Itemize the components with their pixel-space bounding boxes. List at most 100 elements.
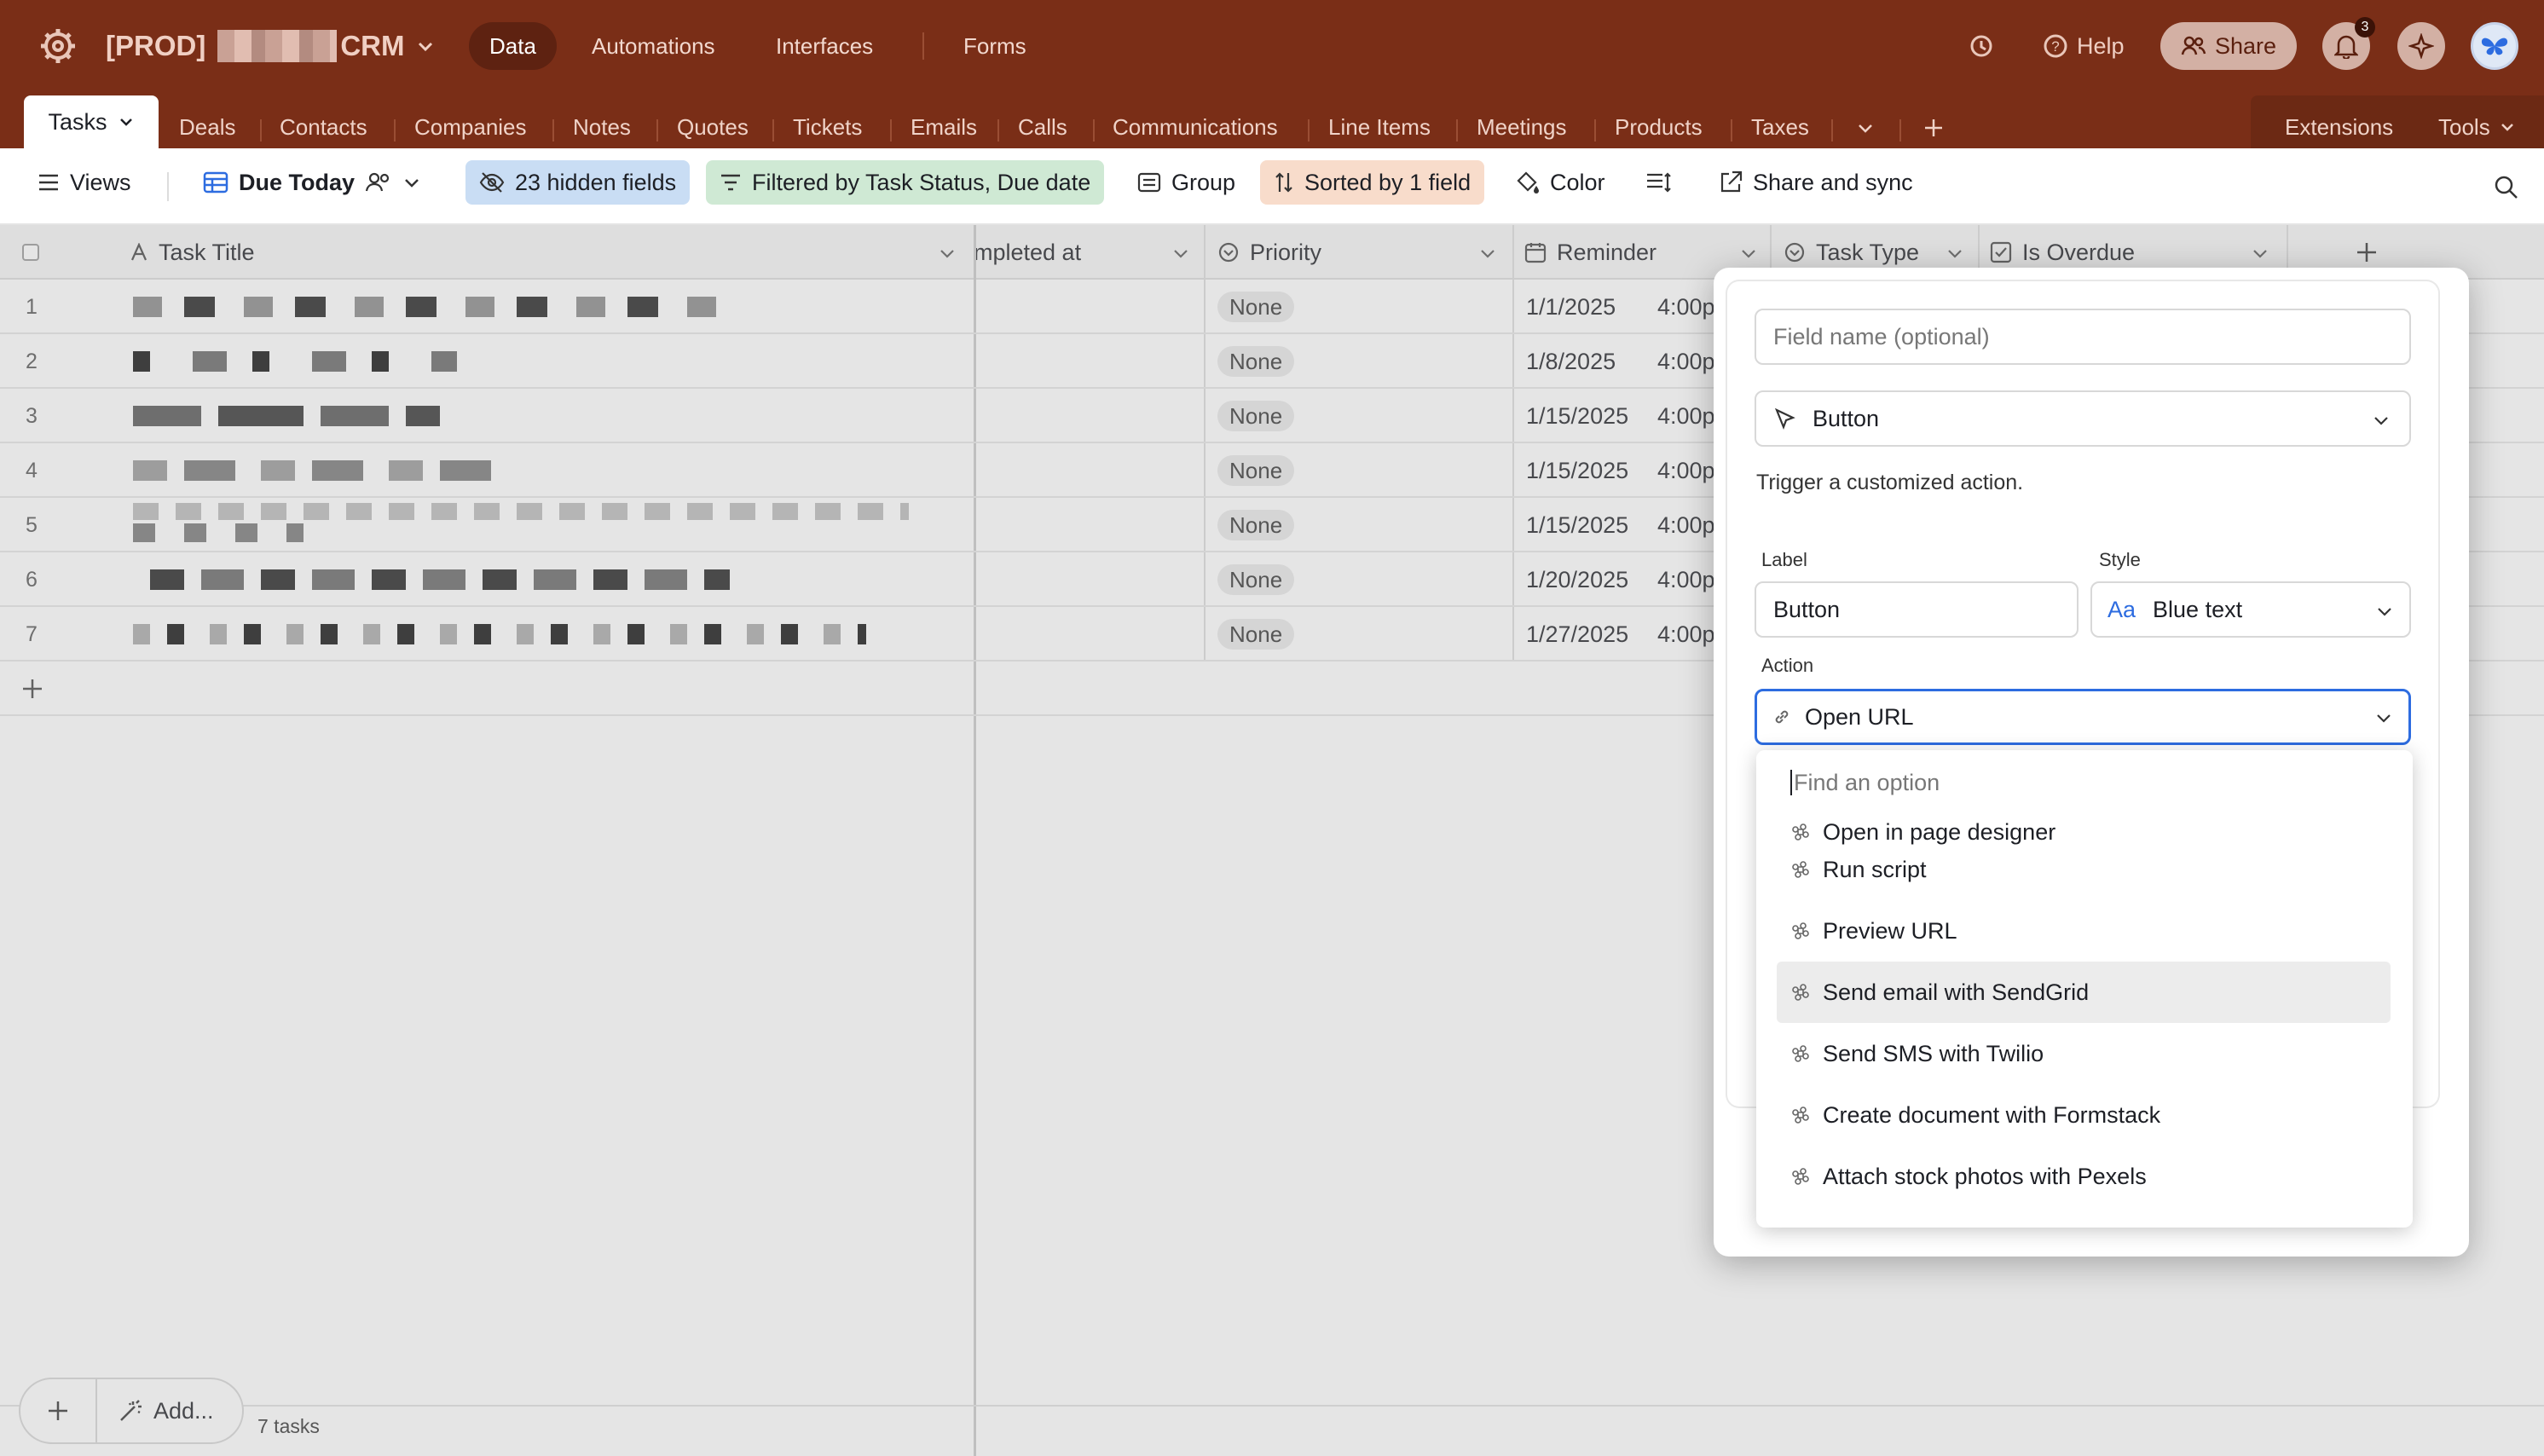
tab-divider (1093, 119, 1095, 142)
nav-forms[interactable]: Forms (943, 22, 1047, 70)
action-options-dropdown: Find an option Open in page designer Run… (1756, 750, 2413, 1228)
top-bar: [PROD] CRM Data Automations Interfaces F… (0, 0, 2544, 92)
views-button[interactable]: Views (24, 160, 145, 205)
share-sync-label: Share and sync (1753, 170, 1913, 195)
tab-meetings[interactable]: Meetings (1477, 106, 1567, 148)
row-height-button[interactable] (1632, 160, 1685, 205)
filter-button[interactable]: Filtered by Task Status, Due date (706, 160, 1105, 205)
bell-icon (2334, 35, 2358, 59)
action-option-attach-photos-pexels[interactable]: Attach stock photos with Pexels (1777, 1146, 2391, 1207)
tab-divider (1456, 119, 1458, 142)
action-option-create-document-formstack[interactable]: Create document with Formstack (1777, 1084, 2391, 1146)
action-field-label: Action (1761, 655, 1814, 676)
button-label-input[interactable]: Button (1755, 581, 2079, 638)
ai-assistant-button[interactable] (2397, 22, 2445, 70)
link-icon (1775, 710, 1789, 724)
add-table-plus-icon[interactable] (1922, 116, 1946, 140)
share-sync-button[interactable]: Share and sync (1705, 160, 1927, 205)
sort-button[interactable]: Sorted by 1 field (1260, 160, 1485, 205)
tab-contacts[interactable]: Contacts (280, 106, 367, 148)
tab-companies[interactable]: Companies (414, 106, 527, 148)
action-option-send-sms-twilio[interactable]: Send SMS with Twilio (1777, 1023, 2391, 1084)
help-icon: ? (2044, 34, 2067, 58)
color-button[interactable]: Color (1502, 160, 1619, 205)
more-tables-chevron-icon[interactable] (1855, 118, 1876, 138)
action-option-send-email-sendgrid[interactable]: Send email with SendGrid (1777, 962, 2391, 1023)
tab-notes[interactable]: Notes (573, 106, 631, 148)
avatar[interactable] (2471, 22, 2518, 70)
sparkle-icon (2408, 33, 2434, 59)
field-name-placeholder: Field name (optional) (1773, 323, 1990, 350)
field-type-label: Button (1813, 405, 1880, 431)
sort-icon (1275, 172, 1292, 193)
table-tabs-bar: Tasks Deals Contacts Companies Notes Quo… (0, 92, 2544, 148)
tools-label: Tools (2438, 113, 2490, 140)
action-option-preview-url[interactable]: Preview URL (1777, 900, 2391, 962)
tab-communications[interactable]: Communications (1113, 106, 1278, 148)
option-label: Send SMS with Twilio (1823, 1040, 2044, 1066)
tab-divider (260, 119, 262, 142)
tab-divider (772, 119, 774, 142)
command-icon (1792, 1045, 1809, 1062)
nav-divider (922, 32, 924, 60)
option-search-input[interactable]: Find an option (1756, 750, 2413, 815)
option-label: Send email with SendGrid (1823, 979, 2090, 1005)
command-icon (1792, 984, 1809, 1001)
tab-divider (1731, 119, 1732, 142)
command-icon (1792, 1168, 1809, 1185)
toolbar-divider (167, 172, 169, 201)
tab-tickets[interactable]: Tickets (793, 106, 862, 148)
base-name-prefix: [PROD] (106, 30, 206, 61)
field-type-select[interactable]: Button (1755, 390, 2411, 447)
tab-divider (394, 119, 396, 142)
nav-data[interactable]: Data (469, 22, 557, 70)
command-icon (1792, 823, 1809, 841)
share-label: Share (2214, 32, 2277, 59)
style-field-label: Style (2099, 549, 2141, 570)
help-button[interactable]: ? Help (2043, 27, 2125, 65)
extensions-button[interactable]: Extensions (2285, 106, 2393, 148)
people-icon (2181, 36, 2206, 55)
field-name-input[interactable]: Field name (optional) (1755, 309, 2411, 365)
tab-taxes[interactable]: Taxes (1751, 106, 1809, 148)
command-icon (1792, 922, 1809, 939)
chevron-down-icon (419, 42, 433, 52)
group-button[interactable]: Group (1124, 160, 1249, 205)
action-select[interactable]: Open URL (1755, 689, 2411, 745)
butterfly-icon (2481, 38, 2508, 55)
search-icon[interactable] (2493, 174, 2518, 199)
base-logo-icon[interactable] (38, 26, 78, 66)
button-style-select[interactable]: Aa Blue text (2090, 581, 2411, 638)
option-label: Open in page designer (1823, 818, 2056, 845)
nav-interfaces[interactable]: Interfaces (755, 22, 893, 70)
tab-line-items[interactable]: Line Items (1328, 106, 1431, 148)
view-name-button[interactable]: Due Today (189, 160, 435, 205)
sort-label: Sorted by 1 field (1304, 170, 1471, 195)
option-label: Create document with Formstack (1823, 1101, 2161, 1128)
base-name-redacted (217, 30, 338, 62)
menu-icon (39, 174, 58, 191)
tools-button[interactable]: Tools (2438, 106, 2516, 148)
base-name[interactable]: [PROD] CRM (106, 24, 435, 68)
tab-quotes[interactable]: Quotes (677, 106, 749, 148)
chevron-down-icon (2501, 124, 2513, 131)
command-icon (1792, 1106, 1809, 1124)
svg-text:?: ? (2051, 38, 2059, 55)
tab-divider (1594, 119, 1596, 142)
collaborative-view-icon (365, 172, 390, 192)
tab-divider (1831, 119, 1833, 142)
tab-calls[interactable]: Calls (1018, 106, 1067, 148)
tab-products[interactable]: Products (1615, 106, 1703, 148)
nav-automations[interactable]: Automations (571, 22, 736, 70)
text-cursor (1790, 770, 1792, 795)
external-link-icon (1720, 170, 1743, 193)
tab-deals[interactable]: Deals (179, 106, 235, 148)
color-label: Color (1550, 170, 1605, 195)
chevron-down-icon (119, 118, 132, 126)
hidden-fields-button[interactable]: 23 hidden fields (465, 160, 691, 205)
option-search-placeholder: Find an option (1794, 769, 1940, 795)
tab-tasks[interactable]: Tasks (24, 95, 159, 148)
share-button[interactable]: Share (2160, 22, 2297, 70)
tab-emails[interactable]: Emails (911, 106, 977, 148)
history-icon[interactable] (1968, 32, 1995, 60)
